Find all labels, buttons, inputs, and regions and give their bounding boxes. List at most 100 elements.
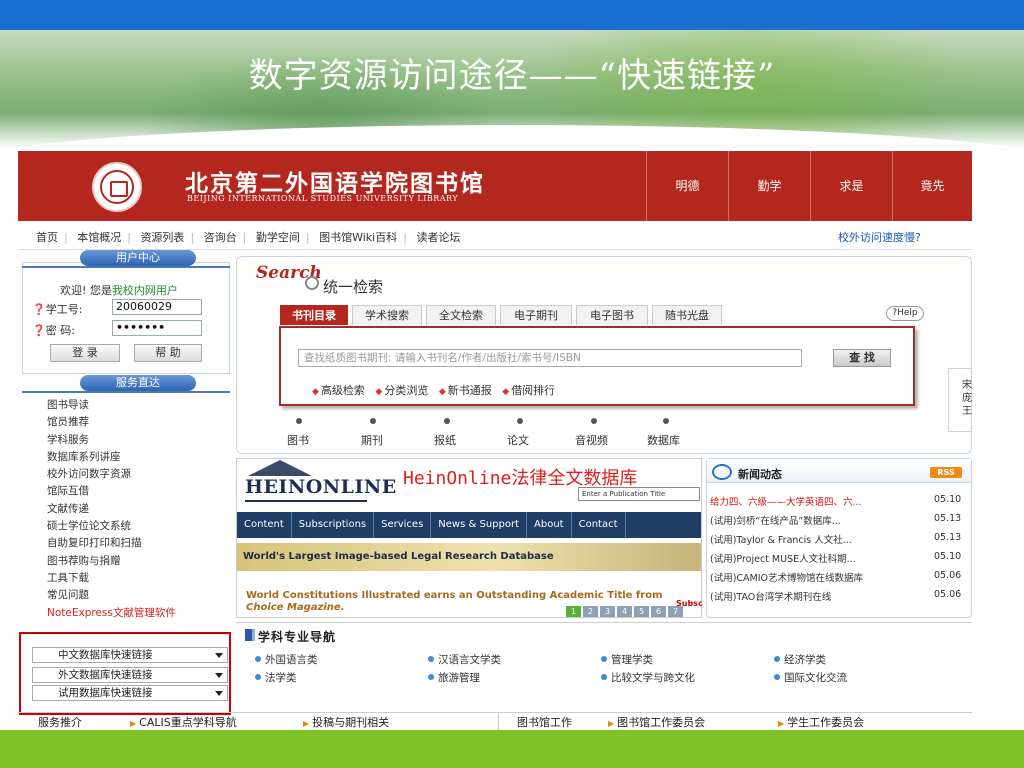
library-logo-icon[interactable] [92,162,142,212]
news-item[interactable]: 给力四、六级——大学英语四、六... [710,494,930,508]
hein-nav-contact[interactable]: Contact [572,512,626,538]
advanced-search-link[interactable]: ◆ 高级检索 [312,384,365,397]
triangle-right-icon: ▶ [608,719,615,728]
service-item[interactable]: 工具下载 [22,570,230,587]
calis-link[interactable]: ▶ CALIS重点学科导航 [130,714,237,730]
service-item[interactable]: 校外访问数字资源 [22,466,230,483]
category-newspapers[interactable]: 报纸 [434,432,456,448]
library-work-title: 图书馆工作 [517,716,572,729]
news-date: 05.06 [934,589,962,600]
service-item[interactable]: 数据库系列讲座 [22,449,230,466]
news-item[interactable]: (试用)Project MUSE人文社科期... [710,551,930,565]
news-item[interactable]: (试用)剑桥“在线产品”数据库... [710,513,930,527]
category-av[interactable]: 音视频 [575,432,608,448]
service-item[interactable]: 硕士学位论文系统 [22,518,230,535]
subject-item[interactable]: 汉语言文学类 [428,652,501,667]
side-peek-panel: 宋 庞 王 [948,368,972,432]
hein-page-button[interactable]: 5 [634,606,649,617]
news-item[interactable]: (试用)CAMIO艺术博物馆在线数据库 [710,570,930,584]
hein-news-line[interactable]: Choice Magazine. [246,602,345,613]
service-item[interactable]: 文献传递 [22,501,230,518]
hein-page-button[interactable]: 4 [617,606,632,617]
user-id-input[interactable]: 20060029 [112,299,202,315]
tab-fulltext[interactable]: 全文检索 [426,305,496,325]
hein-page-button[interactable]: 1 [566,606,581,617]
hein-page-button[interactable]: 7 [668,606,683,617]
rss-icon[interactable]: RSS [930,467,962,478]
new-books-link[interactable]: ◆ 新书通报 [439,384,492,397]
nav-item-forum[interactable]: 读者论坛 [416,231,460,244]
site-name-cn[interactable]: 北京第二外国语学院图书馆 [185,164,485,198]
tab-ebook[interactable]: 电子图书 [576,305,648,325]
nav-item-wiki[interactable]: 图书馆Wiki百科 [319,231,397,244]
trial-db-quicklink-select[interactable]: 试用数据库快速链接 [32,685,228,701]
ranking-link[interactable]: ◆ 借阅排行 [502,384,555,397]
news-date: 05.13 [934,532,962,543]
news-item[interactable]: (试用)TAO台湾学术期刊在线 [710,589,930,603]
hein-nav-content[interactable]: Content [237,512,292,538]
search-button[interactable]: 查 找 [833,349,891,367]
service-item[interactable]: 馆员推荐 [22,414,230,431]
hein-publication-input[interactable]: Enter a Publication Title [578,487,700,501]
nav-item-home[interactable]: 首页 [36,231,58,244]
service-item[interactable]: 馆际互借 [22,483,230,500]
service-item[interactable]: 图书荐购与捐赠 [22,553,230,570]
chevron-down-icon [215,673,223,678]
search-links: ◆ 高级检索 ◆ 分类浏览 ◆ 新书通报 ◆ 借阅排行 [312,382,562,398]
category-theses[interactable]: 论文 [507,432,529,448]
subject-item[interactable]: 法学类 [255,670,297,685]
subject-item[interactable]: 国际文化交流 [774,670,847,685]
category-dot [370,418,376,424]
slow-access-link[interactable]: 校外访问速度慢? [838,226,921,250]
service-item[interactable]: 学科服务 [22,432,230,449]
login-button[interactable]: 登 录 [50,344,120,362]
tab-cd[interactable]: 随书光盘 [652,305,722,325]
news-item[interactable]: (试用)Taylor & Francis 人文社... [710,532,930,546]
help-button[interactable]: 帮 助 [134,344,202,362]
side-peek-text: 宋 [962,380,972,391]
hein-page-button[interactable]: 3 [600,606,615,617]
news-date: 05.10 [934,494,962,505]
news-date: 05.13 [934,513,962,524]
subject-item[interactable]: 经济学类 [774,652,826,667]
search-input[interactable]: 查找纸质图书期刊: 请输入书刊名/作者/出版社/索书号/ISBN [298,349,802,367]
hein-page-button[interactable]: 2 [583,606,598,617]
tab-ejournal[interactable]: 电子期刊 [500,305,572,325]
chinese-db-quicklink-select[interactable]: 中文数据库快速链接 [32,647,228,663]
nav-item-resources[interactable]: 资源列表 [140,231,184,244]
hein-nav: Content Subscriptions Services News & Suppo… [237,512,701,538]
hein-logo[interactable]: HEINONLINE [245,476,397,498]
nav-item-about[interactable]: 本馆概况 [77,231,121,244]
hein-nav-services[interactable]: Services [374,512,432,538]
category-books[interactable]: 图书 [287,432,309,448]
tab-academic[interactable]: 学术搜索 [352,305,422,325]
service-item[interactable]: 自助复印打印和扫描 [22,535,230,552]
service-item[interactable]: 常见问题 [22,587,230,604]
password-input[interactable]: ••••••• [112,320,202,336]
committee-link[interactable]: ▶ 图书馆工作委员会 [608,714,705,730]
subject-item[interactable]: 旅游管理 [428,670,480,685]
browse-link[interactable]: ◆ 分类浏览 [375,384,428,397]
subject-nav-title: 学科专业导航 [258,630,337,644]
user-id-label: ❓学工号: [32,303,83,316]
nav-item-consult[interactable]: 咨询台 [204,231,237,244]
hein-nav-subscriptions[interactable]: Subscriptions [292,512,375,538]
hein-page-button[interactable]: 6 [651,606,666,617]
tab-catalog[interactable]: 书刊目录 [280,305,348,325]
foreign-db-quicklink-select[interactable]: 外文数据库快速链接 [32,667,228,683]
submission-link[interactable]: ▶ 投稿与期刊相关 [303,714,389,730]
subject-item[interactable]: 外国语言类 [255,652,318,667]
help-link[interactable]: ?Help [886,306,924,321]
subject-item[interactable]: 管理学类 [601,652,653,667]
service-item[interactable]: 图书导读 [22,397,230,414]
slide-top-bar [0,0,1024,30]
category-databases[interactable]: 数据库 [647,432,680,448]
category-journals[interactable]: 期刊 [361,432,383,448]
hein-nav-about[interactable]: About [527,512,572,538]
student-committee-link[interactable]: ▶ 学生工作委员会 [778,714,864,730]
service-item[interactable]: NoteExpress文献管理软件 [22,605,230,622]
hein-news-line[interactable]: World Constitutions Illustrated earns an… [246,589,662,602]
hein-nav-news[interactable]: News & Support [431,512,528,538]
nav-item-space[interactable]: 勤学空间 [256,231,300,244]
subject-item[interactable]: 比较文学与跨文化 [601,670,695,685]
